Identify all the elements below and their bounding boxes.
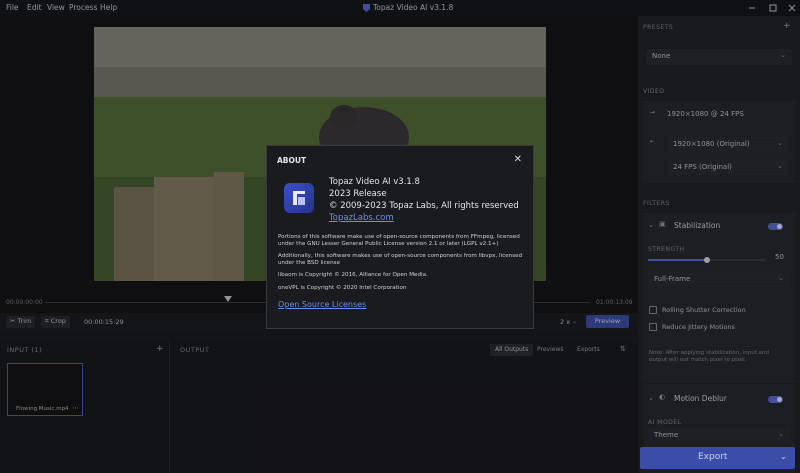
about-copyright: © 2009-2023 Topaz Labs, All rights reser… xyxy=(329,201,519,211)
export-button[interactable]: Export ⌄ xyxy=(640,447,795,469)
export-label: Export xyxy=(698,452,728,462)
chevron-down-icon[interactable]: ⌄ xyxy=(780,452,787,461)
about-version: Topaz Video AI v3.1.8 xyxy=(329,177,420,187)
about-libaom-notice: libaom is Copyright © 2016, Alliance for… xyxy=(278,272,428,278)
about-title: ABOUT xyxy=(277,156,307,165)
about-libvpx-notice: Additionally, this software makes use of… xyxy=(278,253,523,266)
topazlabs-link[interactable]: TopazLabs.com xyxy=(329,213,394,223)
close-icon[interactable]: ✕ xyxy=(514,154,522,165)
about-onevpl-notice: oneVPL is Copyright © 2020 Intel Corpora… xyxy=(278,285,407,291)
about-release: 2023 Release xyxy=(329,189,387,199)
open-source-licenses-link[interactable]: Open Source Licenses xyxy=(278,300,366,309)
topaz-logo-glyph xyxy=(293,191,305,205)
topaz-logo-icon xyxy=(284,183,314,213)
about-ffmpeg-notice: Portions of this software make use of op… xyxy=(278,234,520,247)
about-dialog: ABOUT ✕ Topaz Video AI v3.1.8 2023 Relea… xyxy=(266,145,534,329)
